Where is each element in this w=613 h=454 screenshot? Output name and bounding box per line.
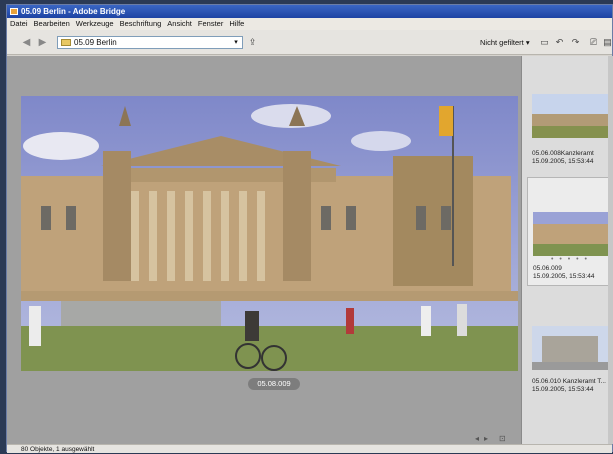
title-bar: 05.09 Berlin - Adobe Bridge [7,5,612,18]
folder-path-text: 05.09 Berlin [74,38,117,47]
folder-icon [61,39,71,46]
go-up-folder-icon[interactable]: ⇪ [247,37,258,48]
rotate-left-icon[interactable]: ↶ [554,37,565,48]
new-folder-icon[interactable]: ▭ [539,37,550,48]
thumbnail-image [533,212,609,256]
vertical-scrollbar[interactable] [608,56,613,444]
thumbnail-image [532,94,608,138]
preview-image[interactable] [21,96,518,371]
delete-icon[interactable]: ⎚ [588,37,599,48]
rotate-right-icon[interactable]: ↷ [570,37,581,48]
thumbnail-item-selected[interactable]: • • • • • 05.06.009 15.09.2005, 15:53:44 [527,177,613,286]
thumbnail-item[interactable]: 05.06.010 Kanzleramt T... 15.09.2005, 15… [532,326,608,394]
rating-dots[interactable]: • • • • • [533,256,607,263]
menu-ansicht[interactable]: Ansicht [167,18,192,30]
switch-view-icon[interactable]: ▤ [602,37,613,48]
filter-dropdown[interactable]: Nicht gefiltert ▾ [480,38,530,47]
forward-arrow-icon[interactable]: ▶ [37,37,48,48]
thumbnail-image [532,326,608,370]
previous-icon[interactable]: ◂ [475,434,479,443]
menu-beschriftung[interactable]: Beschriftung [120,18,162,30]
menu-fenster[interactable]: Fenster [198,18,223,30]
menu-werkzeuge[interactable]: Werkzeuge [76,18,114,30]
chevron-down-icon[interactable]: ▾ [231,38,241,47]
thumbnail-date: 15.09.2005, 15:53:44 [532,386,594,393]
window-title: 05.09 Berlin - Adobe Bridge [21,7,126,16]
toolbar: ◀ ▶ 05.09 Berlin ▾ ⇪ Nicht gefiltert ▾ ▭… [7,30,612,55]
next-icon[interactable]: ▸ [484,434,488,443]
image-caption-badge: 05.08.009 [248,378,300,390]
app-icon [10,8,18,15]
menu-hilfe[interactable]: Hilfe [229,18,244,30]
folder-path-dropdown[interactable]: 05.09 Berlin ▾ [57,36,243,49]
menu-bar: Datei Bearbeiten Werkzeuge Beschriftung … [7,18,612,30]
thumbnail-item[interactable]: 05.06.008Kanzleramt 15.09.2005, 15:53:44 [532,94,608,166]
thumbnail-name: 05.06.009 [533,265,562,272]
back-arrow-icon[interactable]: ◀ [21,37,32,48]
thumbnail-panel: 05.06.008Kanzleramt 15.09.2005, 15:53:44… [521,56,613,444]
thumbnail-name: 05.06.008Kanzleramt [532,150,594,157]
zoom-icon[interactable]: ⊡ [499,434,506,443]
menu-datei[interactable]: Datei [10,18,28,30]
preview-pane: 05.08.009 ◂ ▸ ⊡ [7,56,521,444]
bridge-window: 05.09 Berlin - Adobe Bridge Datei Bearbe… [6,4,613,453]
menu-bearbeiten[interactable]: Bearbeiten [34,18,70,30]
thumbnail-date: 15.09.2005, 15:53:44 [533,273,595,280]
thumbnail-date: 15.09.2005, 15:53:44 [532,158,594,165]
thumbnail-name: 05.06.010 Kanzleramt T... [532,378,606,385]
